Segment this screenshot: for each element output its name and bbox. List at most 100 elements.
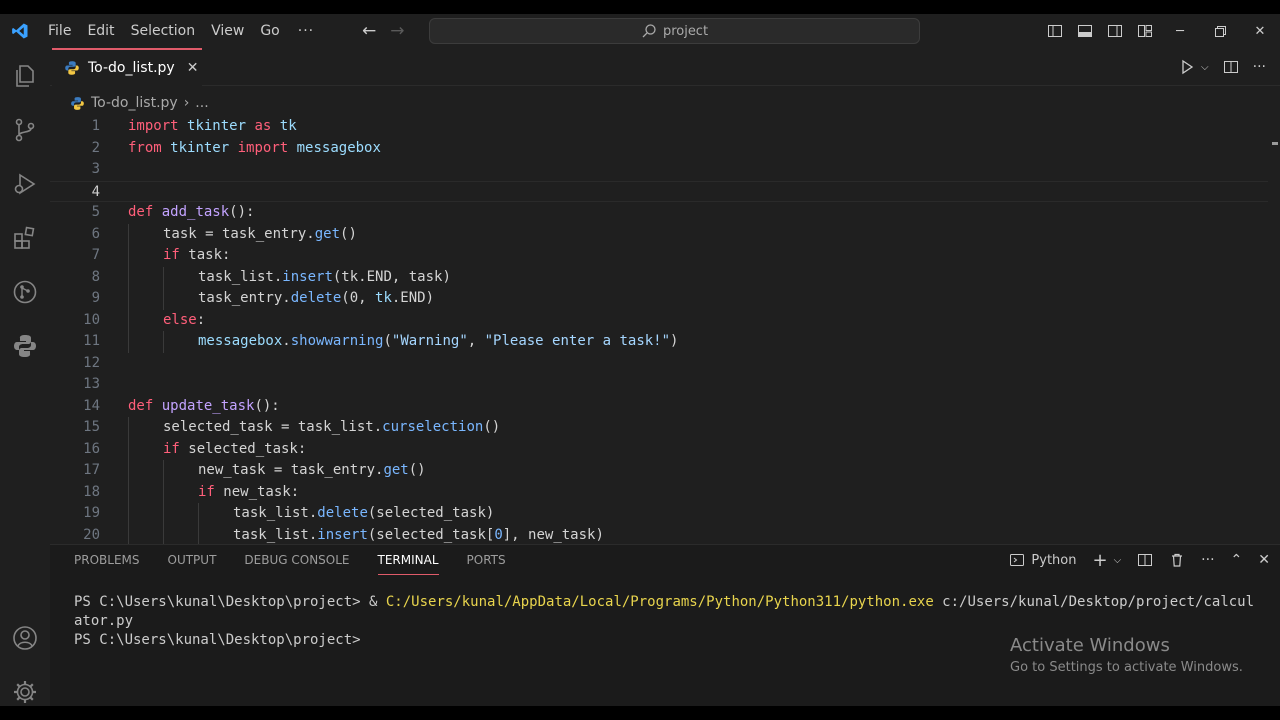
terminal-profile[interactable]: Python — [1009, 552, 1076, 568]
tab-output[interactable]: OUTPUT — [168, 545, 217, 575]
customize-layout-icon[interactable] — [1130, 14, 1160, 48]
code-line[interactable]: 8 task_list.insert(tk.END, task) — [50, 266, 1268, 288]
indent-guide — [128, 417, 129, 439]
line-number: 20 — [83, 526, 100, 543]
indent-guide — [163, 331, 164, 353]
tab-debug-console[interactable]: DEBUG CONSOLE — [244, 545, 349, 575]
panel-tabs: PROBLEMS OUTPUT DEBUG CONSOLE TERMINAL P… — [74, 545, 506, 575]
extensions-icon[interactable] — [0, 214, 50, 262]
indent-guide — [128, 524, 129, 546]
breadcrumb-file[interactable]: To-do_list.py — [91, 95, 178, 111]
more-actions-icon[interactable]: ··· — [1253, 59, 1266, 75]
tab-close-icon[interactable]: ✕ — [187, 60, 199, 76]
search-text: project — [662, 23, 709, 39]
split-terminal-icon[interactable] — [1137, 552, 1153, 568]
tab-to-do-list[interactable]: To-do_list.py ✕ — [52, 48, 202, 86]
terminal-script-arg: c:/Users/kunal/Desktop/project/calcul — [933, 594, 1255, 610]
panel-more-icon[interactable]: ··· — [1201, 552, 1214, 568]
git-graph-icon[interactable] — [0, 268, 50, 316]
toggle-secondary-sidebar-icon[interactable] — [1100, 14, 1130, 48]
vscode-logo-icon — [0, 14, 40, 48]
maximize-panel-chevron-up-icon[interactable]: ⌃ — [1231, 552, 1243, 568]
code-line[interactable]: 17 new_task = task_entry.get() — [50, 460, 1268, 482]
code-line[interactable]: 3 — [50, 159, 1268, 181]
code-text: from tkinter import messagebox — [128, 139, 381, 156]
code-line[interactable]: 15 selected_task = task_list.curselection… — [50, 417, 1268, 439]
kill-terminal-trash-icon[interactable] — [1169, 552, 1185, 568]
code-line[interactable]: 10 else: — [50, 309, 1268, 331]
line-number: 14 — [83, 397, 100, 414]
run-debug-icon[interactable] — [0, 160, 50, 208]
code-line[interactable]: 9 task_entry.delete(0, tk.END) — [50, 288, 1268, 310]
line-number: 9 — [91, 290, 100, 306]
back-arrow-icon[interactable]: ← — [362, 21, 376, 41]
restore-icon[interactable] — [1200, 14, 1240, 48]
code-line[interactable]: 19 task_list.delete(selected_task) — [50, 503, 1268, 525]
explorer-icon[interactable] — [0, 52, 50, 100]
terminal-dropdown-chevron-icon[interactable]: ⌵ — [1114, 555, 1122, 566]
source-control-icon[interactable] — [0, 106, 50, 154]
breadcrumb-chevron-icon: › — [183, 95, 190, 111]
toggle-panel-icon[interactable] — [1070, 14, 1100, 48]
line-number: 18 — [83, 483, 100, 500]
run-dropdown-chevron-icon[interactable]: ⌵ — [1201, 62, 1209, 73]
breadcrumb-more[interactable]: ... — [195, 95, 208, 111]
toggle-primary-sidebar-icon[interactable] — [1040, 14, 1070, 48]
menu-selection[interactable]: Selection — [123, 14, 204, 48]
code-line[interactable]: 5 def add_task(): — [50, 202, 1268, 224]
new-terminal-icon[interactable]: + — [1092, 550, 1107, 571]
code-text: def update_task(): — [128, 397, 280, 414]
menu-go[interactable]: Go — [252, 14, 287, 48]
code-text: new_task = task_entry.get() — [198, 462, 426, 478]
code-line[interactable]: 4 — [50, 180, 1268, 202]
code-line[interactable]: 7 if task: — [50, 245, 1268, 267]
line-number: 16 — [83, 440, 100, 457]
code-line[interactable]: 6 task = task_entry.get() — [50, 223, 1268, 245]
menu-more-icon[interactable]: ··· — [288, 23, 324, 39]
code-line[interactable]: 14 def update_task(): — [50, 396, 1268, 418]
title-bar: File Edit Selection View Go ··· ← → proj… — [0, 14, 1280, 48]
indent-guide — [163, 266, 164, 288]
indent-guide — [128, 223, 129, 245]
code-line[interactable]: 20 task_list.insert(selected_task[0], new… — [50, 524, 1268, 546]
minimize-icon[interactable]: ─ — [1160, 14, 1200, 48]
search-icon — [642, 24, 656, 38]
manage-gear-icon[interactable] — [0, 668, 50, 716]
code-text: if new_task: — [198, 483, 300, 500]
code-text: task_list.delete(selected_task) — [233, 505, 495, 521]
title-controls: ─ ✕ — [1040, 14, 1280, 48]
line-number: 5 — [91, 204, 100, 220]
tab-problems[interactable]: PROBLEMS — [74, 545, 140, 575]
run-python-file-icon[interactable] — [1179, 59, 1195, 75]
code-line[interactable]: 16 if selected_task: — [50, 438, 1268, 460]
code-text: task = task_entry.get() — [163, 225, 357, 242]
code-line[interactable]: 1 import tkinter as tk — [50, 116, 1268, 138]
code-line[interactable]: 18 if new_task: — [50, 481, 1268, 503]
watermark-subtitle: Go to Settings to activate Windows. — [1010, 660, 1243, 675]
menu-view[interactable]: View — [203, 14, 252, 48]
code-line[interactable]: 12 — [50, 353, 1268, 375]
python-icon[interactable] — [0, 322, 50, 370]
code-editor[interactable]: 1 import tkinter as tk 2 from tkinter impor… — [50, 116, 1268, 552]
editor-scrollbar[interactable] — [1270, 126, 1280, 552]
tab-ports[interactable]: PORTS — [467, 545, 506, 575]
account-icon[interactable] — [0, 614, 50, 662]
line-number: 17 — [83, 462, 100, 478]
menu-file[interactable]: File — [40, 14, 79, 48]
split-editor-icon[interactable] — [1223, 59, 1239, 75]
forward-arrow-icon[interactable]: → — [390, 21, 404, 41]
indent-guide — [198, 503, 199, 525]
menu-edit[interactable]: Edit — [79, 14, 122, 48]
code-line[interactable]: 13 — [50, 374, 1268, 396]
terminal-prompt: PS C:\Users\kunal\Desktop\project> & — [74, 594, 386, 610]
tab-terminal[interactable]: TERMINAL — [377, 545, 439, 575]
editor-actions: ⌵ ··· — [1179, 48, 1266, 86]
code-line[interactable]: 11 messagebox.showwarning("Warning", "Ple… — [50, 331, 1268, 353]
line-number: 15 — [83, 419, 100, 435]
indent-guide — [128, 309, 129, 331]
command-center-search[interactable]: project — [429, 18, 920, 44]
close-panel-icon[interactable]: ✕ — [1258, 552, 1270, 568]
close-window-icon[interactable]: ✕ — [1240, 14, 1280, 48]
code-line[interactable]: 2 from tkinter import messagebox — [50, 138, 1268, 160]
vscode-window: File Edit Selection View Go ··· ← → proj… — [0, 14, 1280, 706]
